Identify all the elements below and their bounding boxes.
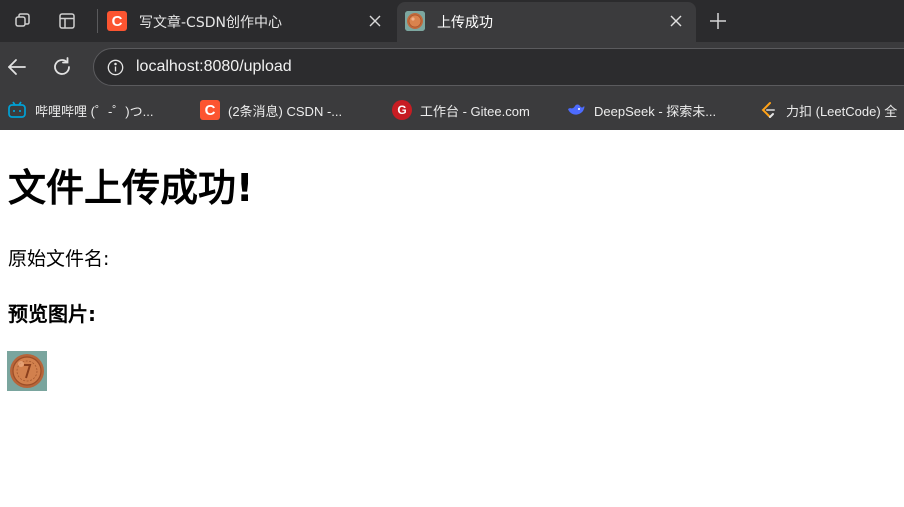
tab-title: 写文章-CSDN创作中心: [139, 15, 282, 31]
bookmark-csdn[interactable]: C (2条消息) CSDN -...: [200, 98, 342, 122]
bookmark-label: 工作台 - Gitee.com: [420, 103, 530, 119]
bookmark-label: 力扣 (LeetCode) 全: [786, 103, 898, 119]
tab-strip: C 写文章-CSDN创作中心 上传成功: [0, 0, 904, 42]
preview-heading: 预览图片:: [8, 302, 96, 326]
reload-button[interactable]: [48, 53, 76, 81]
deepseek-icon: [566, 100, 586, 120]
close-icon[interactable]: [367, 13, 383, 29]
tab-upload-success[interactable]: 上传成功: [397, 2, 696, 42]
toolbar: localhost:8080/upload: [0, 42, 904, 92]
csdn-icon: C: [200, 100, 220, 120]
bookmark-label: (2条消息) CSDN -...: [228, 103, 343, 119]
new-tab-button[interactable]: [704, 8, 732, 34]
tab-csdn-editor[interactable]: C 写文章-CSDN创作中心: [99, 2, 395, 42]
tab-title: 上传成功: [437, 15, 493, 31]
back-button[interactable]: [3, 53, 31, 81]
page-content: 文件上传成功! 原始文件名: 预览图片:: [0, 130, 904, 507]
page-title: 文件上传成功!: [8, 166, 254, 210]
url-text[interactable]: localhost:8080/upload: [136, 58, 292, 76]
csdn-icon: C: [107, 11, 127, 31]
workspaces-icon[interactable]: [9, 8, 37, 34]
bookmarks-bar: 哔哩哔哩 (゜-゜)つ... C (2条消息) CSDN -... G 工作台 …: [0, 92, 904, 130]
gitee-icon: G: [392, 100, 412, 120]
address-bar[interactable]: localhost:8080/upload: [93, 48, 904, 86]
bookmark-label: DeepSeek - 探索未...: [594, 103, 717, 119]
bookmark-label: 哔哩哔哩 (゜-゜)つ...: [35, 103, 154, 119]
bookmark-deepseek[interactable]: DeepSeek - 探索未...: [566, 98, 716, 122]
coin-image-icon: [405, 11, 425, 31]
info-icon[interactable]: [107, 59, 124, 76]
close-icon[interactable]: [668, 13, 684, 29]
tab-actions-icon[interactable]: [53, 8, 81, 34]
bilibili-icon: [7, 100, 27, 120]
leetcode-icon: [758, 100, 778, 120]
bookmark-leetcode[interactable]: 力扣 (LeetCode) 全: [758, 98, 897, 122]
browser-chrome: C 写文章-CSDN创作中心 上传成功 localhost:8080/uploa…: [0, 0, 904, 130]
original-filename-label: 原始文件名:: [8, 248, 110, 270]
bookmark-gitee[interactable]: G 工作台 - Gitee.com: [392, 98, 530, 122]
bookmark-bilibili[interactable]: 哔哩哔哩 (゜-゜)つ...: [7, 98, 153, 122]
tab-separator: [97, 9, 98, 33]
preview-image: [7, 351, 47, 391]
